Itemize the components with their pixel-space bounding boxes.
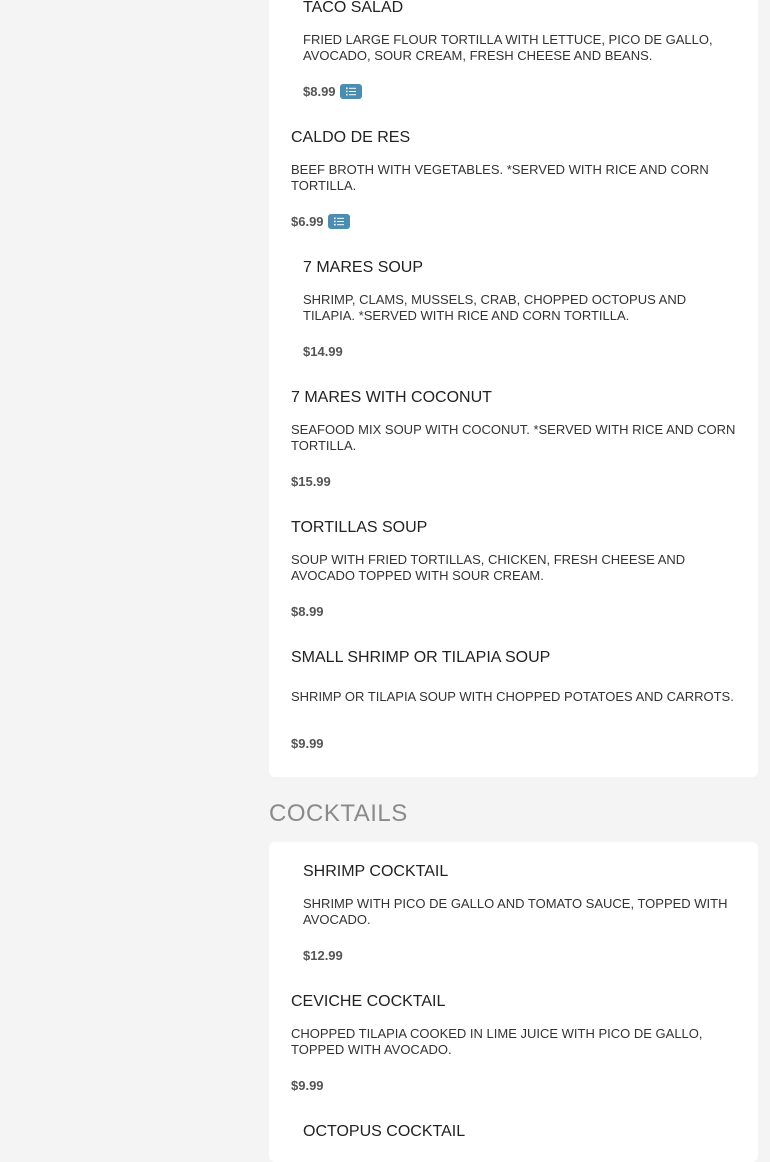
item-description: CHOPPED TILAPIA COOKED IN LIME JUICE WIT… [291,1026,703,1057]
item-description: FRIED LARGE FLOUR TORTILLA WITH LETTUCE,… [303,32,713,63]
item-description: BEEF BROTH WITH VEGETABLES. *SERVED WITH… [291,162,709,193]
item-price: $9.99 [291,1077,324,1093]
item-name: TORTILLAS SOUP [291,519,428,536]
menu-item[interactable]: CEVICHE COCKTAIL CHOPPED TILAPIA COOKED … [291,992,740,1094]
item-price: $12.99 [303,947,343,963]
menu-section-card-soups: TACO SALAD FRIED LARGE FLOUR TORTILLA WI… [269,0,758,777]
item-name: SMALL SHRIMP OR TILAPIA SOUP [291,649,551,666]
options-button[interactable] [327,213,350,229]
item-price-row: $9.99 [291,734,740,752]
menu-content: TACO SALAD FRIED LARGE FLOUR TORTILLA WI… [269,0,758,1162]
item-price: $15.99 [291,473,331,489]
item-name: CALDO DE RES [291,129,411,146]
item-description: SOUP WITH FRIED TORTILLAS, CHICKEN, FRES… [291,552,686,583]
item-description: SEAFOOD MIX SOUP WITH COCONUT. *SERVED W… [291,422,736,453]
menu-item[interactable]: TACO SALAD FRIED LARGE FLOUR TORTILLA WI… [303,0,734,100]
item-price: $6.99 [291,213,324,229]
item-description: SHRIMP OR TILAPIA SOUP WITH CHOPPED POTA… [291,689,734,704]
item-description: SHRIMP WITH PICO DE GALLO AND TOMATO SAU… [303,896,728,927]
item-name: 7 MARES SOUP [303,259,424,276]
list-icon [333,217,344,225]
item-price: $8.99 [303,83,336,99]
menu-item[interactable]: CALDO DE RES BEEF BROTH WITH VEGETABLES.… [291,128,740,230]
menu-item[interactable]: SHRIMP COCKTAIL SHRIMP WITH PICO DE GALL… [303,862,734,964]
item-price-row: $15.99 [291,472,740,490]
menu-item[interactable]: TORTILLAS SOUP SOUP WITH FRIED TORTILLAS… [291,518,740,620]
menu-item[interactable]: OCTOPUS COCKTAIL [303,1122,734,1142]
item-price-row: $9.99 [291,1076,740,1094]
item-price-row: $6.99 [291,212,740,230]
menu-item[interactable]: 7 MARES SOUP SHRIMP, CLAMS, MUSSELS, CRA… [303,258,734,360]
menu-item[interactable]: 7 MARES WITH COCONUT SEAFOOD MIX SOUP WI… [291,388,740,490]
item-name: 7 MARES WITH COCONUT [291,389,492,406]
item-name: TACO SALAD [303,0,404,16]
list-icon [345,87,356,95]
item-price: $9.99 [291,735,324,751]
item-name: OCTOPUS COCKTAIL [303,1123,466,1140]
item-price: $14.99 [303,343,343,359]
item-price: $8.99 [291,603,324,619]
section-title-cocktails: COCKTAILS [269,800,408,827]
item-name: CEVICHE COCKTAIL [291,993,446,1010]
item-price-row: $12.99 [303,946,734,964]
item-price-row: $8.99 [291,602,740,620]
item-price-row: $8.99 [303,82,734,100]
item-price-row: $14.99 [303,342,734,360]
options-button[interactable] [339,83,362,99]
left-sidebar [0,0,269,1132]
item-name: SHRIMP COCKTAIL [303,863,449,880]
menu-item[interactable]: SMALL SHRIMP OR TILAPIA SOUP SHRIMP OR T… [291,648,740,752]
item-description: SHRIMP, CLAMS, MUSSELS, CRAB, CHOPPED OC… [303,292,687,323]
menu-section-card-cocktails: SHRIMP COCKTAIL SHRIMP WITH PICO DE GALL… [269,842,758,1162]
